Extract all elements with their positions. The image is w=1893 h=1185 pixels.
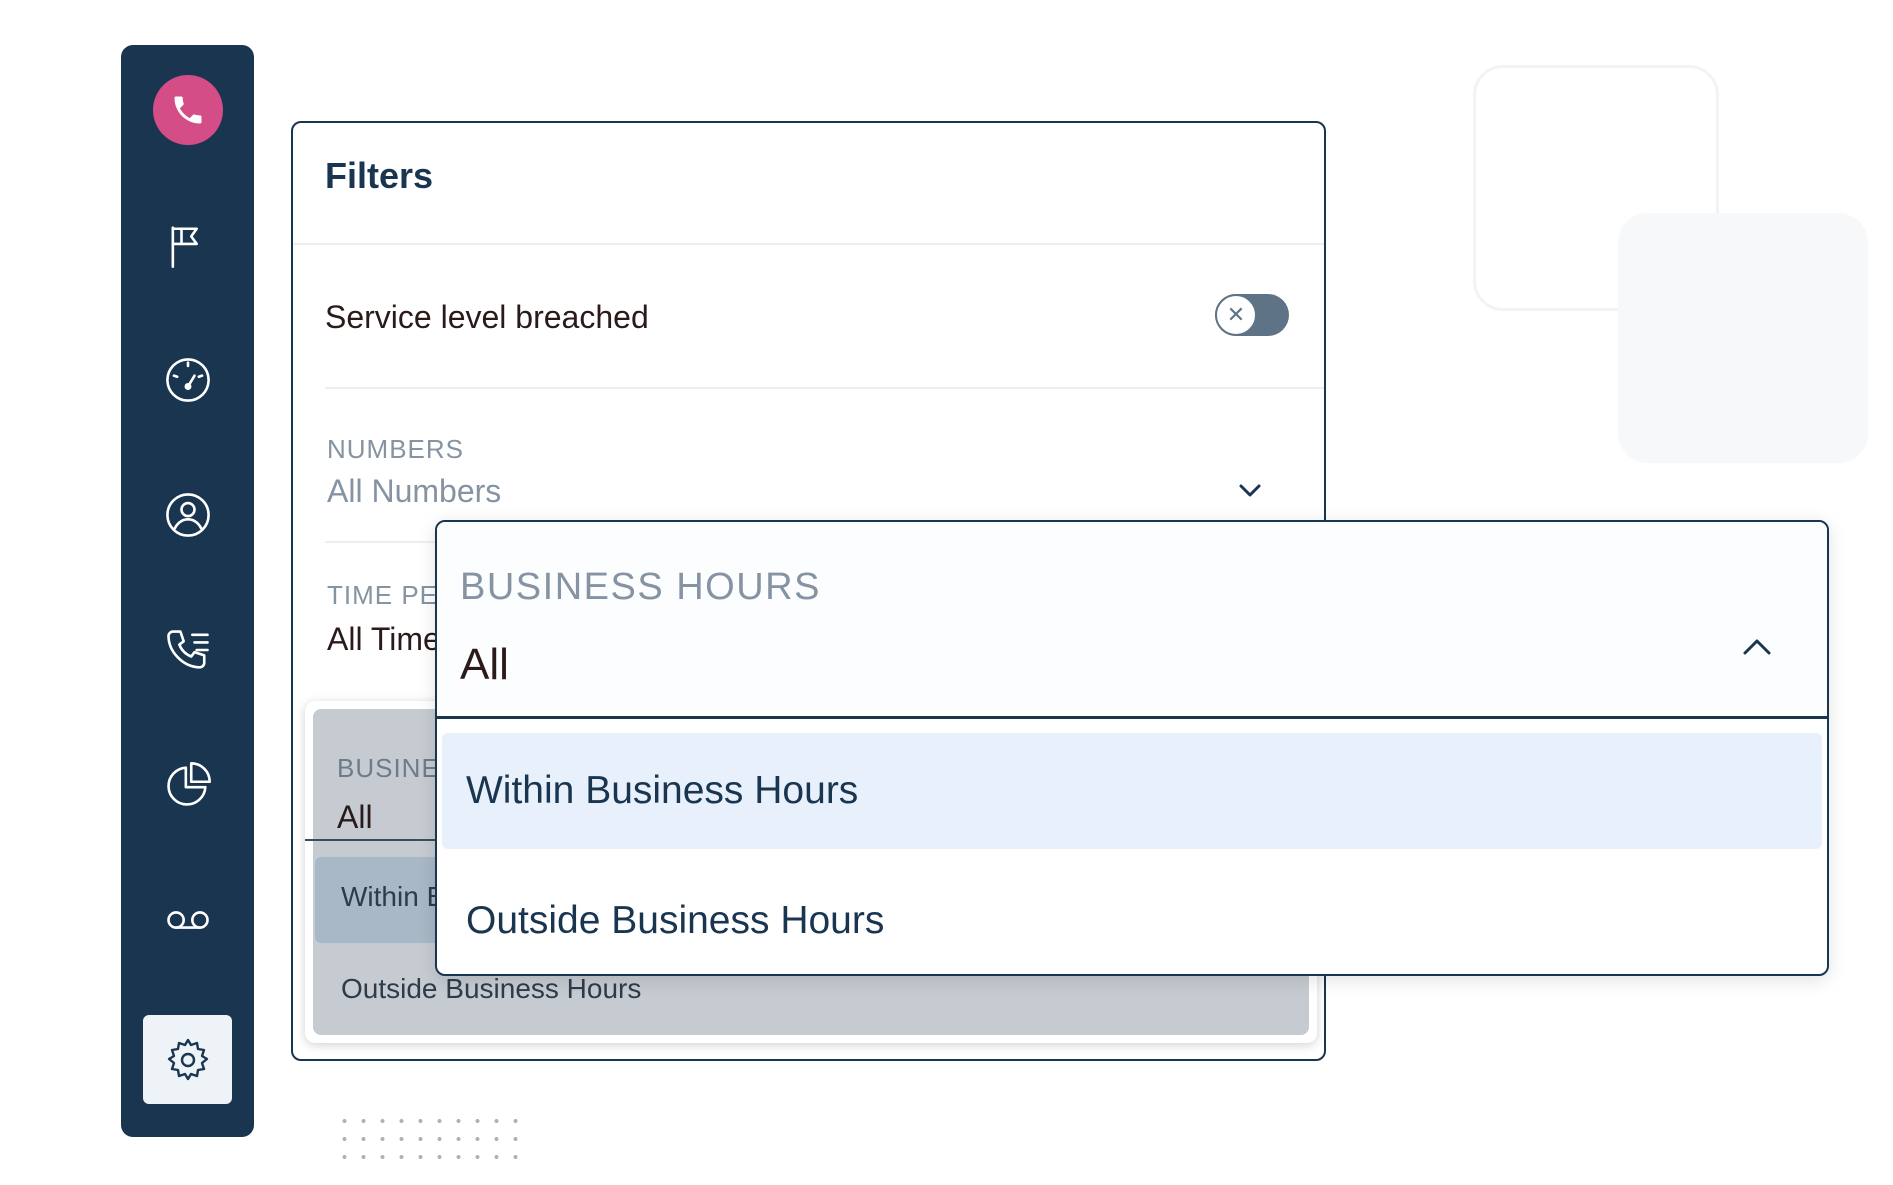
numbers-label: NUMBERS	[327, 434, 465, 464]
user-circle-icon	[165, 493, 210, 537]
business-hours-selected-value: All	[460, 640, 509, 689]
decorative-dot-grid	[335, 1112, 530, 1162]
gear-icon	[167, 1038, 208, 1080]
sidebar-item-dashboard[interactable]	[121, 340, 254, 420]
decorative-square-fill	[1618, 213, 1868, 463]
chevron-up-icon[interactable]	[1735, 625, 1779, 669]
business-hours-label: BUSINESS HOURS	[460, 566, 821, 608]
close-icon: ✕	[1215, 294, 1257, 336]
sidebar-item-voicemail[interactable]	[121, 880, 254, 960]
business-hours-dropdown: BUSINESS HOURS All Within Business Hours…	[435, 520, 1829, 976]
filters-title: Filters	[325, 155, 434, 196]
sidebar-item-call-list[interactable]	[121, 610, 254, 690]
sidebar-item-phone[interactable]	[121, 70, 254, 150]
voicemail-icon	[166, 911, 209, 929]
sidebar	[121, 45, 254, 1137]
pie-chart-icon	[166, 762, 211, 806]
business-hours-value: All	[337, 799, 373, 835]
option-within-business-hours: Within B	[341, 881, 446, 912]
divider	[325, 387, 1324, 389]
sidebar-item-contacts[interactable]	[121, 475, 254, 555]
sidebar-item-flag[interactable]	[121, 205, 254, 285]
chevron-down-icon[interactable]	[1233, 473, 1267, 507]
option-outside-business-hours[interactable]: Outside Business Hours	[442, 863, 1822, 974]
flag-icon	[171, 226, 198, 268]
time-period-select[interactable]: All Time	[327, 621, 441, 658]
divider	[437, 716, 1827, 719]
dropdown-header[interactable]: BUSINESS HOURS All	[437, 522, 1827, 716]
sidebar-item-analytics[interactable]	[121, 745, 254, 825]
service-level-toggle[interactable]: ✕	[1215, 294, 1289, 336]
time-period-label: TIME PE	[327, 580, 439, 610]
divider	[293, 243, 1324, 245]
option-within-business-hours[interactable]: Within Business Hours	[442, 733, 1822, 849]
sidebar-item-settings[interactable]	[143, 1015, 232, 1104]
numbers-select[interactable]: All Numbers	[327, 473, 501, 510]
speedometer-icon	[165, 358, 210, 402]
service-level-label: Service level breached	[325, 299, 649, 335]
phone-icon	[152, 75, 223, 145]
phone-list-icon	[166, 630, 209, 669]
option-outside-business-hours: Outside Business Hours	[341, 973, 642, 1004]
